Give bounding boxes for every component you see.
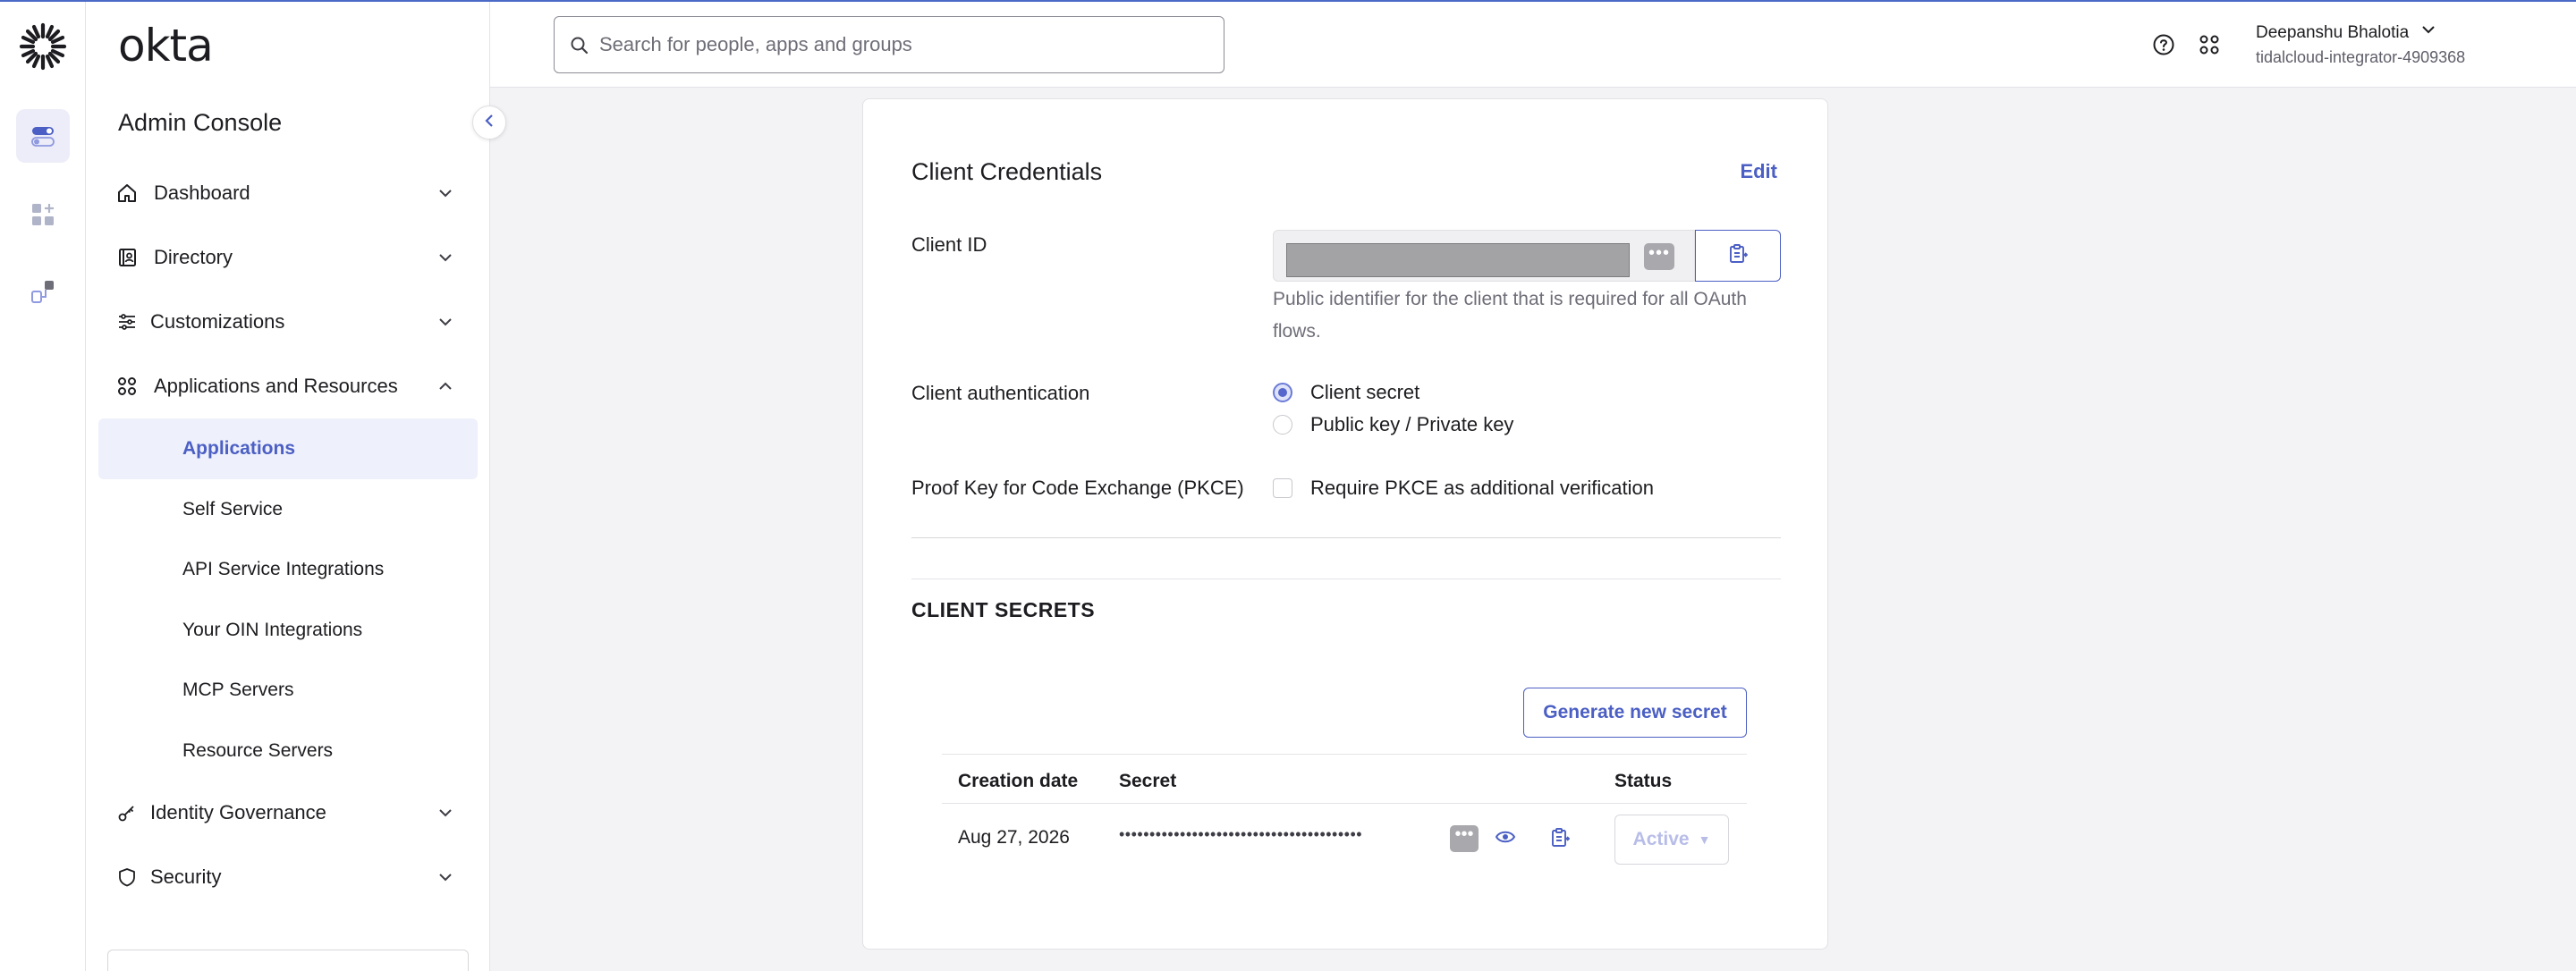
chevron-down-icon: [436, 804, 454, 822]
search-input[interactable]: [599, 30, 1208, 60]
clipboard-icon: [1728, 243, 1749, 269]
search-icon: [569, 35, 590, 56]
okta-logo-icon[interactable]: [18, 21, 68, 72]
copy-client-id-button[interactable]: [1695, 230, 1781, 282]
column-header-creation-date: Creation date: [958, 771, 1079, 791]
client-id-redacted: [1286, 243, 1630, 277]
chevron-left-icon: [484, 114, 495, 132]
directory-icon: [114, 245, 140, 270]
sidebar-item-applications-and-resources[interactable]: Applications and Resources: [98, 360, 478, 412]
edit-button[interactable]: Edit: [1740, 160, 1777, 183]
sidebar-subitem-oin-integrations[interactable]: Your OIN Integrations: [98, 600, 478, 661]
pkce-checkbox-row[interactable]: Require PKCE as additional verification: [1273, 476, 1654, 501]
eye-icon[interactable]: [1495, 829, 1516, 849]
top-header: Deepanshu Bhalotia tidalcloud-integrator…: [490, 2, 2576, 88]
radio-client-secret[interactable]: Client secret: [1273, 380, 1419, 405]
key-icon: [114, 800, 140, 825]
sidebar-item-label: Applications and Resources: [154, 375, 398, 397]
divider: [911, 537, 1781, 538]
sidebar-subitem-label: API Service Integrations: [182, 559, 385, 579]
checkbox-label: Require PKCE as additional verification: [1310, 477, 1654, 499]
sidebar-item-label: Security: [150, 865, 222, 888]
chevron-down-icon[interactable]: [2420, 23, 2438, 41]
sidebar-item-label: Directory: [154, 246, 233, 268]
client-id-field[interactable]: •••: [1273, 230, 1695, 282]
help-icon[interactable]: [2150, 31, 2177, 58]
org-name: tidalcloud-integrator-4909368: [2256, 48, 2466, 66]
radio-label: Client secret: [1310, 381, 1420, 403]
sidebar-footer-box: [107, 950, 469, 971]
radio-label: Public key / Private key: [1310, 413, 1514, 435]
caret-down-icon: ▼: [1698, 832, 1711, 847]
shield-icon: [114, 865, 140, 890]
secret-masked-value: ••••••••••••••••••••••••••••••••••••••••: [1119, 825, 1363, 843]
pkce-checkbox[interactable]: [1273, 478, 1292, 498]
okta-wordmark[interactable]: okta: [118, 20, 214, 72]
generate-new-secret-button[interactable]: Generate new secret: [1523, 688, 1747, 738]
radio-button-checked[interactable]: [1273, 383, 1292, 402]
sidebar-subitem-label: Your OIN Integrations: [182, 620, 363, 640]
sidebar-subitem-label: Self Service: [182, 499, 284, 519]
more-icon[interactable]: •••: [1644, 243, 1674, 270]
app-switcher-icon[interactable]: [2196, 31, 2223, 58]
radio-button[interactable]: [1273, 415, 1292, 435]
client-secrets-title: CLIENT SECRETS: [911, 598, 1096, 621]
sidebar-subitem-api-service-integrations[interactable]: API Service Integrations: [98, 539, 478, 600]
client-id-help-text: Public identifier for the client that is…: [1273, 289, 1747, 342]
sidebar-subitem-applications[interactable]: Applications: [98, 418, 478, 479]
pkce-label: Proof Key for Code Exchange (PKCE): [911, 477, 1244, 499]
sidebar-item-security[interactable]: Security: [98, 851, 478, 903]
sidebar-subitem-label: MCP Servers: [182, 680, 294, 700]
card-title: Client Credentials: [911, 158, 1103, 185]
sidebar-subitem-label: Applications: [182, 438, 296, 459]
client-auth-label: Client authentication: [911, 382, 1090, 404]
chevron-up-icon: [436, 377, 454, 395]
home-icon: [114, 181, 140, 206]
top-accent-line: [0, 0, 2576, 2]
sidebar-item-customizations[interactable]: Customizations: [98, 296, 478, 348]
chevron-down-icon: [436, 249, 454, 266]
table-row: Aug 27, 2026 •••••••••••••••••••••••••••…: [942, 804, 1747, 875]
column-header-status: Status: [1614, 771, 1673, 791]
sidebar-subitem-resource-servers[interactable]: Resource Servers: [98, 721, 478, 781]
column-header-secret: Secret: [1119, 771, 1177, 791]
integrations-icon[interactable]: [16, 265, 70, 318]
icon-rail: [0, 0, 86, 971]
chevron-down-icon: [436, 184, 454, 202]
user-name[interactable]: Deepanshu Bhalotia: [2256, 23, 2409, 43]
secret-creation-date: Aug 27, 2026: [958, 827, 1070, 848]
sliders-icon: [114, 309, 140, 334]
status-select[interactable]: Active ▼: [1614, 815, 1729, 865]
clipboard-icon[interactable]: [1550, 827, 1571, 853]
radio-public-private-key[interactable]: Public key / Private key: [1273, 412, 1513, 437]
chevron-down-icon: [436, 868, 454, 886]
status-value: Active: [1632, 829, 1690, 849]
admin-toggle-icon[interactable]: [16, 109, 70, 163]
console-title: Admin Console: [118, 109, 283, 136]
sidebar-subitem-self-service[interactable]: Self Service: [98, 479, 478, 540]
table-header-row: Creation date Secret Status: [942, 754, 1747, 804]
client-id-label: Client ID: [911, 233, 987, 256]
apps-grid-icon: [114, 374, 140, 399]
search-box[interactable]: [554, 16, 1224, 73]
more-icon[interactable]: •••: [1450, 825, 1479, 852]
apps-add-icon[interactable]: [16, 188, 70, 241]
sidebar-item-identity-governance[interactable]: Identity Governance: [98, 787, 478, 839]
sidebar-subitem-mcp-servers[interactable]: MCP Servers: [98, 660, 478, 721]
collapse-sidebar-button[interactable]: [472, 106, 506, 139]
chevron-down-icon: [436, 313, 454, 331]
sidebar: okta Admin Console Dashboard Directory C…: [86, 0, 490, 971]
client-credentials-card: Client Credentials Edit Client ID ••• Pu…: [862, 98, 1828, 950]
client-id-field-group: •••: [1273, 230, 1781, 282]
sidebar-item-dashboard[interactable]: Dashboard: [98, 167, 478, 219]
sidebar-item-label: Identity Governance: [150, 801, 326, 823]
sidebar-subitem-label: Resource Servers: [182, 740, 334, 761]
sidebar-item-label: Dashboard: [154, 182, 250, 204]
sidebar-item-directory[interactable]: Directory: [98, 232, 478, 283]
sidebar-item-label: Customizations: [150, 310, 285, 333]
divider: [911, 578, 1781, 579]
